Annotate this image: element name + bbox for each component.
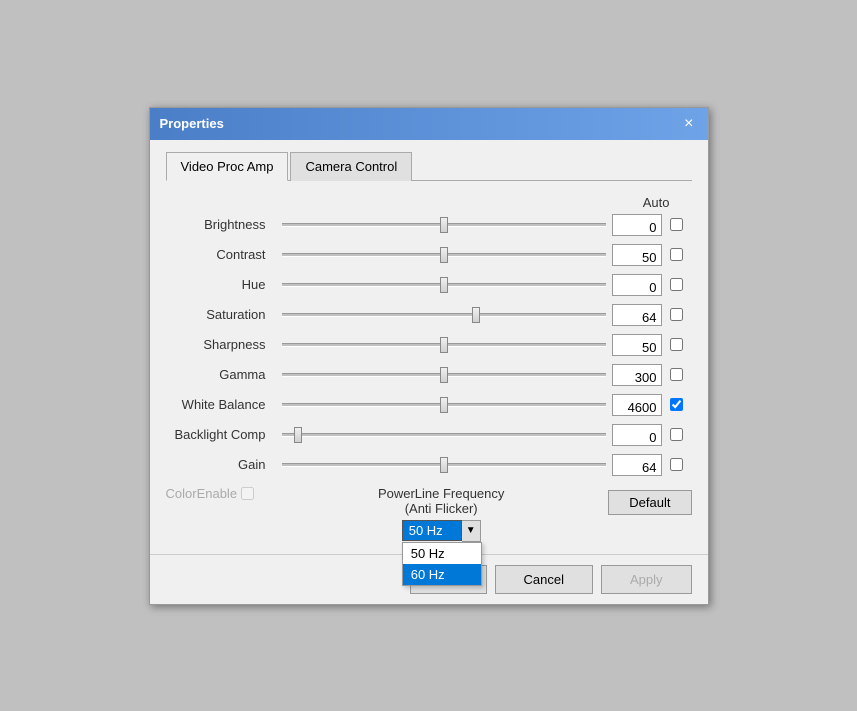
tab-video-proc-amp[interactable]: Video Proc Amp (166, 152, 289, 181)
auto-check-white-balance[interactable] (670, 398, 683, 411)
bottom-row: ColorEnable PowerLine Frequency (Anti Fl… (166, 486, 692, 542)
slider-label-contrast: Contrast (166, 247, 276, 262)
slider-track-hue[interactable] (282, 283, 606, 287)
close-button[interactable]: × (680, 114, 697, 134)
dialog-title: Properties (160, 116, 224, 131)
slider-label-gamma: Gamma (166, 367, 276, 382)
auto-check-brightness[interactable] (670, 218, 683, 231)
auto-check-contrast[interactable] (670, 248, 683, 261)
slider-row-gamma: Gamma (166, 364, 692, 386)
slider-input-gain[interactable] (613, 460, 657, 475)
powerline-label: PowerLine Frequency (Anti Flicker) (378, 486, 504, 516)
slider-row-brightness: Brightness (166, 214, 692, 236)
slider-track-gamma[interactable] (282, 373, 606, 377)
color-enable-checkbox[interactable] (241, 487, 254, 500)
powerline-dropdown-button[interactable]: ▼ (462, 520, 481, 542)
slider-input-gamma[interactable] (613, 370, 657, 385)
slider-input-saturation[interactable] (613, 310, 657, 325)
slider-row-saturation: Saturation (166, 304, 692, 326)
slider-track-saturation[interactable] (282, 313, 606, 317)
powerline-dropdown-wrapper: 50 Hz ▼ 50 Hz 60 Hz (402, 520, 481, 542)
slider-thumb-contrast[interactable] (440, 247, 448, 263)
powerline-dropdown-list: 50 Hz 60 Hz (402, 542, 482, 586)
color-enable-section: ColorEnable (166, 486, 255, 501)
title-bar: Properties × (150, 108, 708, 140)
auto-column-header: Auto (166, 195, 692, 210)
slider-label-saturation: Saturation (166, 307, 276, 322)
slider-thumb-saturation[interactable] (472, 307, 480, 323)
slider-thumb-gain[interactable] (440, 457, 448, 473)
slider-track-sharpness[interactable] (282, 343, 606, 347)
slider-row-backlight-comp: Backlight Comp (166, 424, 692, 446)
slider-thumb-white-balance[interactable] (440, 397, 448, 413)
slider-value-backlight-comp (612, 424, 662, 446)
powerline-option-60hz[interactable]: 60 Hz (403, 564, 481, 585)
slider-value-gamma (612, 364, 662, 386)
slider-row-white-balance: White Balance (166, 394, 692, 416)
slider-row-contrast: Contrast (166, 244, 692, 266)
slider-row-hue: Hue (166, 274, 692, 296)
slider-input-brightness[interactable] (613, 220, 657, 235)
auto-check-hue[interactable] (670, 278, 683, 291)
powerline-selected-value: 50 Hz (402, 520, 462, 541)
slider-thumb-hue[interactable] (440, 277, 448, 293)
slider-input-backlight-comp[interactable] (613, 430, 657, 445)
powerline-option-50hz[interactable]: 50 Hz (403, 543, 481, 564)
slider-value-saturation (612, 304, 662, 326)
slider-row-sharpness: Sharpness (166, 334, 692, 356)
slider-track-brightness[interactable] (282, 223, 606, 227)
auto-checkbox-hue (662, 278, 692, 291)
auto-check-gamma[interactable] (670, 368, 683, 381)
color-enable-label: ColorEnable (166, 486, 238, 501)
slider-thumb-gamma[interactable] (440, 367, 448, 383)
slider-label-brightness: Brightness (166, 217, 276, 232)
slider-input-contrast[interactable] (613, 250, 657, 265)
slider-track-contrast[interactable] (282, 253, 606, 257)
slider-value-gain (612, 454, 662, 476)
auto-checkbox-gamma (662, 368, 692, 381)
auto-checkbox-saturation (662, 308, 692, 321)
powerline-section: PowerLine Frequency (Anti Flicker) 50 Hz… (274, 486, 608, 542)
slider-track-gain[interactable] (282, 463, 606, 467)
slider-row-gain: Gain (166, 454, 692, 476)
slider-value-brightness (612, 214, 662, 236)
default-button[interactable]: Default (608, 490, 691, 515)
sliders-container: Brightness Contrast Hue Saturation Sharpness… (166, 214, 692, 476)
auto-check-sharpness[interactable] (670, 338, 683, 351)
auto-checkbox-sharpness (662, 338, 692, 351)
slider-value-hue (612, 274, 662, 296)
auto-checkbox-contrast (662, 248, 692, 261)
slider-label-sharpness: Sharpness (166, 337, 276, 352)
slider-label-hue: Hue (166, 277, 276, 292)
slider-value-sharpness (612, 334, 662, 356)
auto-checkbox-white-balance (662, 398, 692, 411)
slider-label-backlight-comp: Backlight Comp (166, 427, 276, 442)
slider-track-white-balance[interactable] (282, 403, 606, 407)
slider-value-contrast (612, 244, 662, 266)
slider-thumb-brightness[interactable] (440, 217, 448, 233)
auto-checkbox-brightness (662, 218, 692, 231)
dialog-content: Video Proc Amp Camera Control Auto Brigh… (150, 140, 708, 554)
slider-value-white-balance (612, 394, 662, 416)
properties-dialog: Properties × Video Proc Amp Camera Contr… (149, 107, 709, 605)
powerline-select-display: 50 Hz ▼ (402, 520, 481, 542)
slider-thumb-backlight-comp[interactable] (294, 427, 302, 443)
slider-thumb-sharpness[interactable] (440, 337, 448, 353)
slider-label-white-balance: White Balance (166, 397, 276, 412)
slider-input-white-balance[interactable] (613, 400, 657, 415)
auto-checkbox-gain (662, 458, 692, 471)
tab-camera-control[interactable]: Camera Control (290, 152, 412, 181)
tab-bar: Video Proc Amp Camera Control (166, 152, 692, 181)
slider-input-sharpness[interactable] (613, 340, 657, 355)
auto-check-backlight-comp[interactable] (670, 428, 683, 441)
apply-button[interactable]: Apply (601, 565, 692, 594)
slider-input-hue[interactable] (613, 280, 657, 295)
slider-label-gain: Gain (166, 457, 276, 472)
auto-checkbox-backlight-comp (662, 428, 692, 441)
slider-track-backlight-comp[interactable] (282, 433, 606, 437)
auto-check-gain[interactable] (670, 458, 683, 471)
cancel-button[interactable]: Cancel (495, 565, 593, 594)
auto-check-saturation[interactable] (670, 308, 683, 321)
